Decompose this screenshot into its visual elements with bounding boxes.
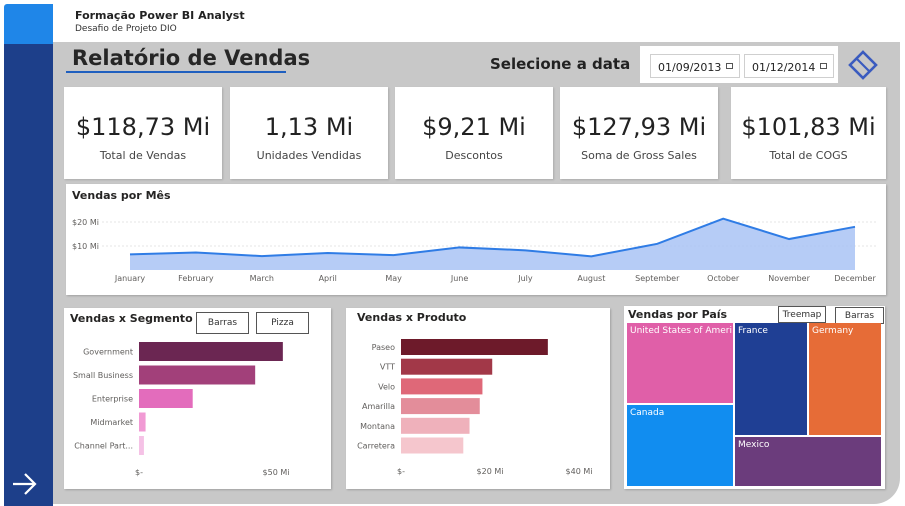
- category-label: Paseo: [372, 343, 395, 352]
- report-title: Relatório de Vendas: [72, 46, 311, 70]
- monthly-sales-chart[interactable]: Vendas por Mês $10 Mi $20 Mi January Februa…: [66, 184, 886, 295]
- x-tick-label: $40 Mi: [566, 467, 593, 476]
- y-tick-label: $20 Mi: [72, 218, 99, 227]
- bar[interactable]: [139, 436, 144, 455]
- eraser-icon[interactable]: [848, 50, 878, 80]
- x-tick-label: $20 Mi: [477, 467, 504, 476]
- x-tick-label: November: [768, 274, 810, 283]
- segment-bars-svg: Government Small Business Enterprise Midmar…: [73, 342, 290, 477]
- kpi-label: Descontos: [445, 149, 503, 162]
- x-tick-label: $-: [397, 467, 405, 476]
- category-label: VTT: [380, 363, 395, 372]
- app-subtitle: Desafio de Projeto DIO: [75, 24, 177, 34]
- top-bar: Formação Power BI Analyst Desafio de Pro…: [0, 0, 905, 44]
- end-date-value: 01/12/2014: [752, 61, 816, 74]
- x-tick-label: September: [635, 274, 680, 283]
- start-date-value: 01/09/2013: [658, 61, 722, 74]
- bar[interactable]: [401, 339, 548, 355]
- product-bars-svg: Paseo VTT Velo Amarilla Montana Carretera $- $2…: [357, 339, 593, 476]
- treemap-button[interactable]: Treemap: [778, 306, 826, 323]
- app-logo-block: [4, 4, 53, 44]
- arrow-right-icon[interactable]: [10, 470, 40, 498]
- kpi-card-unidades[interactable]: 1,13 Mi Unidades Vendidas: [230, 87, 388, 179]
- segment-sales-chart[interactable]: Vendas x Segmento Barras Pizza Governmen…: [64, 308, 331, 489]
- category-label: Carretera: [357, 442, 395, 451]
- category-label: Government: [83, 348, 133, 357]
- category-label: Amarilla: [362, 402, 395, 411]
- end-date-input[interactable]: 01/12/2014: [744, 54, 834, 78]
- bar[interactable]: [401, 398, 480, 415]
- treemap-cell[interactable]: Mexico: [735, 437, 881, 486]
- x-tick-label: $50 Mi: [263, 468, 290, 477]
- kpi-label: Total de Vendas: [99, 149, 187, 162]
- title-underline: [66, 71, 286, 73]
- monthly-sales-svg: $10 Mi $20 Mi January February March April May…: [72, 217, 878, 283]
- x-tick-label: December: [834, 274, 876, 283]
- bar[interactable]: [139, 365, 256, 385]
- bar[interactable]: [139, 342, 283, 361]
- kpi-value: $127,93 Mi: [571, 113, 707, 141]
- bar[interactable]: [139, 412, 146, 432]
- app-title: Formação Power BI Analyst: [75, 9, 245, 22]
- kpi-value: $101,83 Mi: [741, 113, 876, 141]
- x-tick-label: July: [517, 274, 533, 283]
- treemap-cell[interactable]: France: [735, 323, 807, 435]
- x-tick-label: March: [250, 274, 274, 283]
- category-label: Channel Part...: [74, 442, 133, 451]
- x-tick-label: January: [114, 274, 146, 283]
- x-tick-label: February: [178, 274, 214, 283]
- kpi-card-cogs[interactable]: $101,83 Mi Total de COGS: [731, 87, 886, 179]
- treemap-cell[interactable]: Canada: [627, 405, 733, 486]
- bar[interactable]: [139, 389, 193, 408]
- bar[interactable]: [401, 417, 470, 434]
- kpi-value: 1,13 Mi: [264, 113, 354, 141]
- date-slicer: 01/09/2013 01/12/2014: [640, 46, 838, 83]
- category-label: Small Business: [73, 371, 133, 380]
- kpi-value: $9,21 Mi: [422, 113, 526, 141]
- left-navigation-bar: [4, 44, 53, 506]
- kpi-label: Total de COGS: [769, 149, 848, 162]
- kpi-card-gross-sales[interactable]: $127,93 Mi Soma de Gross Sales: [560, 87, 718, 179]
- y-tick-label: $10 Mi: [72, 242, 99, 251]
- bars-button[interactable]: Barras: [835, 307, 884, 324]
- country-sales-treemap[interactable]: Vendas por País Treemap Barras United St…: [624, 306, 885, 489]
- x-tick-label: May: [385, 274, 402, 283]
- kpi-card-descontos[interactable]: $9,21 Mi Descontos: [395, 87, 553, 179]
- calendar-icon[interactable]: [726, 63, 733, 69]
- x-tick-label: August: [577, 274, 605, 283]
- bar[interactable]: [401, 437, 464, 454]
- bar[interactable]: [401, 378, 483, 395]
- date-filter-label: Selecione a data: [490, 55, 631, 73]
- category-label: Velo: [378, 382, 395, 391]
- x-tick-label: $-: [135, 468, 143, 477]
- kpi-card-total-vendas[interactable]: $118,73 Mi Total de Vendas: [64, 87, 222, 179]
- kpi-label: Soma de Gross Sales: [581, 149, 697, 162]
- bar[interactable]: [401, 358, 493, 375]
- x-tick-label: April: [319, 274, 337, 283]
- calendar-icon[interactable]: [820, 63, 827, 69]
- category-label: Montana: [360, 422, 395, 431]
- product-sales-chart[interactable]: Vendas x Produto Paseo VTT Velo Amarilla Mon…: [346, 308, 610, 489]
- category-label: Enterprise: [92, 395, 133, 404]
- start-date-input[interactable]: 01/09/2013: [650, 54, 740, 78]
- kpi-value: $118,73 Mi: [75, 113, 211, 141]
- kpi-label: Unidades Vendidas: [256, 149, 362, 162]
- x-tick-label: October: [707, 274, 740, 283]
- x-tick-label: June: [450, 274, 469, 283]
- treemap-cell[interactable]: United States of Ameri...: [627, 323, 733, 403]
- chart-title: Vendas por País: [628, 308, 728, 321]
- treemap-cell[interactable]: Germany: [809, 323, 881, 435]
- category-label: Midmarket: [90, 418, 133, 427]
